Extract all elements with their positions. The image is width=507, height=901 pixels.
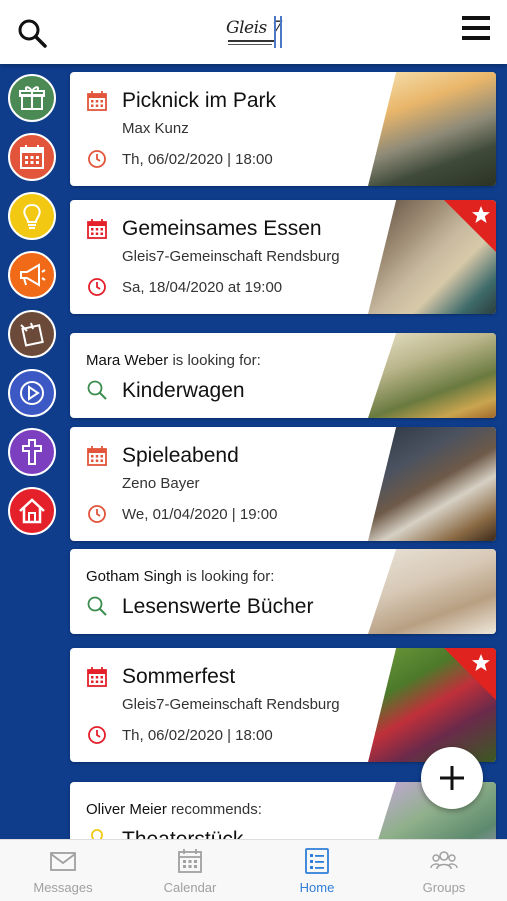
bottom-navigation: Messages Calendar Home Groups bbox=[0, 839, 507, 901]
clock-icon bbox=[88, 150, 106, 168]
event-card[interactable]: Picknick im Park Max Kunz Th, 06/02/2020… bbox=[70, 72, 496, 186]
calendar-icon bbox=[87, 446, 107, 466]
tab-groups[interactable]: Groups bbox=[381, 840, 507, 901]
request-person: Gotham Singh bbox=[86, 568, 182, 585]
event-date: We, 01/04/2020 | 19:00 bbox=[122, 506, 278, 523]
calendar-icon bbox=[87, 667, 107, 687]
menu-icon[interactable] bbox=[460, 14, 492, 42]
recommendation-person: Oliver Meier bbox=[86, 801, 167, 818]
search-icon[interactable] bbox=[16, 17, 48, 49]
calendar-icon bbox=[178, 849, 202, 873]
calendar-icon bbox=[87, 219, 107, 239]
calendar-icon bbox=[87, 91, 107, 111]
star-icon bbox=[472, 654, 490, 671]
tab-calendar[interactable]: Calendar bbox=[127, 840, 253, 901]
recommendation-header: Oliver Meier recommends: bbox=[86, 801, 262, 818]
cross-icon bbox=[22, 439, 42, 465]
event-title: Gemeinsames Essen bbox=[122, 217, 322, 240]
request-verb: is looking for: bbox=[172, 352, 261, 369]
event-title: Sommerfest bbox=[122, 665, 236, 688]
event-date: Th, 06/02/2020 | 18:00 bbox=[122, 727, 273, 744]
search-icon bbox=[87, 380, 107, 400]
request-image bbox=[368, 549, 496, 634]
category-gift-button[interactable] bbox=[8, 74, 56, 122]
megaphone-icon bbox=[20, 263, 46, 287]
app-logo: Gleis 7 bbox=[222, 14, 286, 52]
event-organizer: Gleis7-Gemeinschaft Rendsburg bbox=[122, 696, 340, 713]
tab-label: Home bbox=[299, 880, 335, 895]
category-media-button[interactable] bbox=[8, 369, 56, 417]
event-card[interactable]: Gemeinsames Essen Gleis7-Gemeinschaft Re… bbox=[70, 200, 496, 314]
recommendation-verb: recommends: bbox=[171, 801, 262, 818]
people-icon bbox=[430, 851, 458, 870]
event-card[interactable]: Sommerfest Gleis7-Gemeinschaft Rendsburg… bbox=[70, 648, 496, 762]
event-date: Sa, 18/04/2020 at 19:00 bbox=[122, 279, 283, 296]
category-faith-button[interactable] bbox=[8, 428, 56, 476]
tab-messages[interactable]: Messages bbox=[0, 840, 126, 901]
request-verb: is looking for: bbox=[186, 568, 275, 585]
request-person: Mara Weber bbox=[86, 352, 169, 369]
request-card[interactable]: Mara Weber is looking for: Kinderwagen bbox=[70, 333, 496, 418]
event-image bbox=[368, 72, 496, 186]
tab-label: Groups bbox=[422, 880, 466, 895]
tab-label: Calendar bbox=[163, 880, 217, 895]
gift-icon bbox=[19, 86, 45, 110]
search-icon bbox=[87, 596, 107, 616]
category-home-button[interactable] bbox=[8, 487, 56, 535]
event-date: Th, 06/02/2020 | 18:00 bbox=[122, 151, 273, 168]
list-icon bbox=[305, 848, 329, 874]
plus-icon bbox=[440, 766, 464, 790]
note-icon bbox=[20, 322, 44, 347]
event-title: Picknick im Park bbox=[122, 89, 277, 112]
event-organizer: Gleis7-Gemeinschaft Rendsburg bbox=[122, 248, 340, 265]
event-title: Spieleabend bbox=[122, 444, 239, 467]
house-icon bbox=[19, 498, 45, 524]
lightbulb-icon bbox=[23, 203, 41, 229]
request-header: Mara Weber is looking for: bbox=[86, 352, 261, 369]
clock-icon bbox=[88, 278, 106, 296]
clock-icon bbox=[88, 505, 106, 523]
tab-label: Messages bbox=[33, 880, 93, 895]
category-idea-button[interactable] bbox=[8, 192, 56, 240]
tab-home[interactable]: Home bbox=[254, 840, 380, 901]
top-bar: Gleis 7 bbox=[0, 0, 507, 64]
event-image bbox=[368, 427, 496, 541]
category-calendar-button[interactable] bbox=[8, 133, 56, 181]
request-card[interactable]: Gotham Singh is looking for: Lesenswerte… bbox=[70, 549, 496, 634]
event-organizer: Max Kunz bbox=[122, 120, 189, 137]
event-card[interactable]: Spieleabend Zeno Bayer We, 01/04/2020 | … bbox=[70, 427, 496, 541]
category-announcement-button[interactable] bbox=[8, 251, 56, 299]
request-item: Lesenswerte Bücher bbox=[122, 595, 314, 618]
calendar-icon bbox=[20, 145, 44, 169]
request-image bbox=[368, 333, 496, 418]
request-header: Gotham Singh is looking for: bbox=[86, 568, 274, 585]
event-organizer: Zeno Bayer bbox=[122, 475, 200, 492]
add-button[interactable] bbox=[421, 747, 483, 809]
request-item: Kinderwagen bbox=[122, 379, 245, 402]
envelope-icon bbox=[50, 852, 76, 871]
play-icon bbox=[20, 381, 44, 405]
star-icon bbox=[472, 206, 490, 223]
category-request-button[interactable] bbox=[8, 310, 56, 358]
clock-icon bbox=[88, 726, 106, 744]
